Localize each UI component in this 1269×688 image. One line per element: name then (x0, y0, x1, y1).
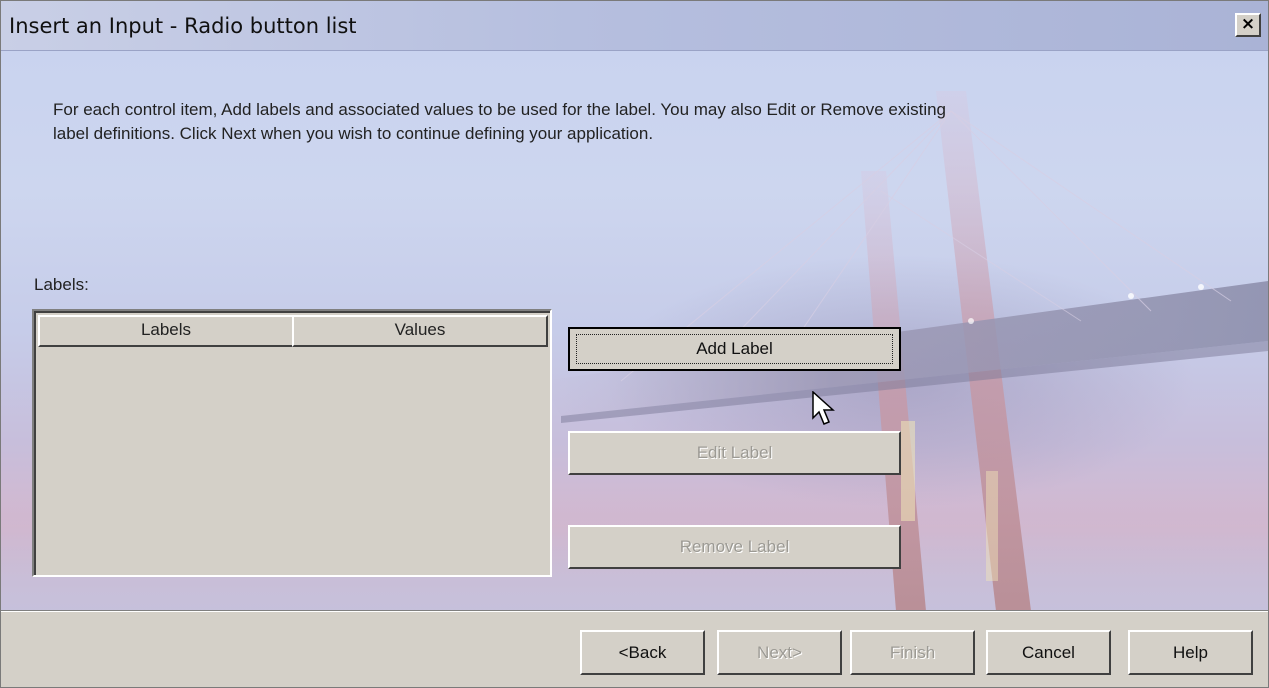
cancel-button-label: Cancel (1022, 643, 1075, 662)
content-area: For each control item, Add labels and as… (1, 51, 1268, 611)
title-bar[interactable]: Insert an Input - Radio button list × (1, 1, 1268, 51)
add-label-button[interactable]: Add Label (568, 327, 901, 371)
next-button-label: Next> (757, 643, 802, 662)
edit-label-button[interactable]: Edit Label (568, 431, 901, 475)
add-label-text: Add Label (696, 339, 773, 358)
dialog-title: Insert an Input - Radio button list (9, 14, 357, 38)
labels-caption: Labels: (34, 275, 89, 294)
dialog-window: Insert an Input - Radio button list × Fo… (0, 0, 1269, 688)
labels-table[interactable]: Labels Values (32, 309, 552, 577)
close-button[interactable]: × (1235, 13, 1261, 37)
cancel-button[interactable]: Cancel (986, 630, 1111, 675)
instructions-text: For each control item, Add labels and as… (53, 98, 1233, 146)
remove-label-button[interactable]: Remove Label (568, 525, 901, 569)
labels-table-body[interactable]: Labels Values (34, 311, 550, 575)
remove-label-text: Remove Label (679, 537, 790, 556)
help-button-label: Help (1173, 643, 1208, 662)
next-button[interactable]: Next> (717, 630, 842, 675)
back-button[interactable]: <Back (580, 630, 705, 675)
instructions-line-1: For each control item, Add labels and as… (53, 100, 947, 119)
edit-label-text: Edit Label (696, 443, 773, 462)
column-header-labels[interactable]: Labels (38, 315, 294, 347)
instructions-line-2: label definitions. Click Next when you w… (53, 124, 654, 143)
help-button[interactable]: Help (1128, 630, 1253, 675)
close-icon: × (1240, 14, 1256, 34)
finish-button[interactable]: Finish (850, 630, 975, 675)
back-button-label: <Back (618, 643, 667, 662)
finish-button-label: Finish (889, 643, 936, 662)
mouse-pointer-icon (812, 391, 835, 425)
button-bar: <Back Next> Finish Cancel Help (1, 611, 1268, 687)
column-header-values[interactable]: Values (292, 315, 548, 347)
